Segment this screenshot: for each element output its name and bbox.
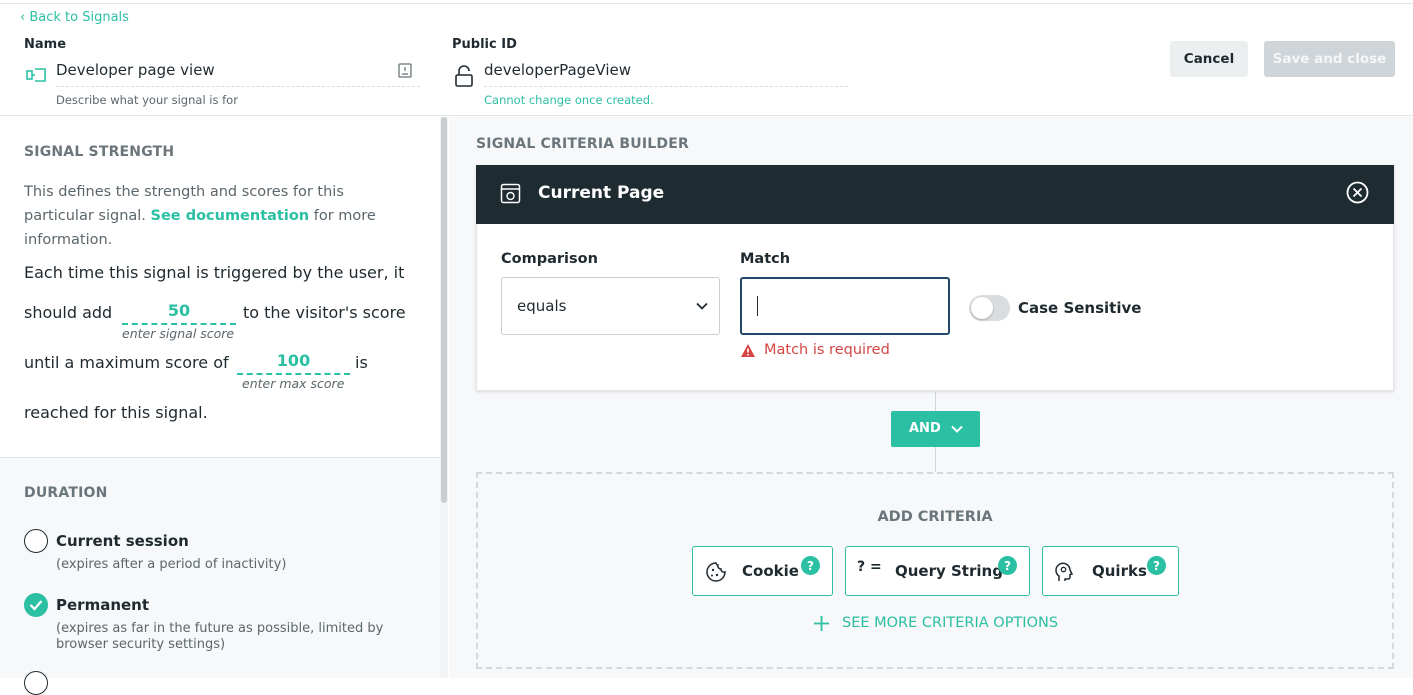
checkmark-icon — [29, 600, 43, 611]
comparison-label: Comparison — [501, 251, 598, 267]
permanent-label[interactable]: Permanent — [56, 596, 149, 614]
quirks-help-icon[interactable]: ? — [1147, 556, 1166, 575]
name-field-underline — [56, 86, 420, 87]
duration-radio-permanent[interactable] — [24, 593, 48, 617]
cookie-help-icon[interactable]: ? — [801, 556, 820, 575]
duration-radio-custom[interactable] — [24, 671, 48, 695]
permanent-hint: (expires as far in the future as possibl… — [56, 621, 384, 652]
name-hint: Describe what your signal is for — [56, 93, 238, 107]
connector-line-top — [935, 391, 936, 411]
name-label: Name — [24, 37, 67, 52]
unlock-icon — [455, 65, 473, 87]
back-link-label: Back to Signals — [29, 10, 129, 25]
signal-strength-description: This defines the strength and scores for… — [24, 180, 404, 252]
operator-label[interactable]: AND — [909, 421, 941, 436]
signal-score-input[interactable]: 50 — [122, 301, 236, 325]
duration-title: DURATION — [24, 485, 108, 501]
add-criteria-title: ADD CRITERIA — [877, 509, 993, 525]
match-label: Match — [740, 251, 791, 267]
public-id-label: Public ID — [452, 37, 517, 52]
signal-score-hint: enter signal score — [122, 326, 235, 341]
page-icon — [500, 183, 521, 204]
comparison-value[interactable]: equals — [517, 297, 566, 315]
current-session-label[interactable]: Current session — [56, 532, 189, 550]
head-icon — [1055, 562, 1074, 581]
max-score-hint: enter max score — [242, 376, 345, 391]
quirks-label: Quirks — [1092, 562, 1147, 580]
max-score-input[interactable]: 100 — [237, 351, 350, 375]
scrollbar-thumb[interactable] — [441, 117, 447, 503]
match-input[interactable] — [740, 277, 950, 335]
chevron-left-icon: ‹ — [20, 10, 26, 25]
current-session-hint: (expires after a period of inactivity) — [56, 557, 287, 572]
cancel-button[interactable]: Cancel — [1170, 41, 1248, 77]
score-sentence-line-2-start: should add — [24, 303, 113, 322]
signal-icon — [26, 68, 46, 82]
toggle-knob[interactable] — [971, 297, 993, 319]
close-circle-icon[interactable] — [1346, 181, 1369, 204]
score-sentence-line-2-end: to the visitor's score — [243, 303, 406, 322]
public-id-hint: Cannot change once created. — [484, 93, 654, 107]
duration-radio-current-session[interactable] — [24, 529, 48, 553]
signal-strength-title: SIGNAL STRENGTH — [24, 144, 175, 160]
cookie-label: Cookie — [742, 562, 799, 580]
chevron-down-icon[interactable] — [695, 299, 709, 313]
case-sensitive-label: Case Sensitive — [1018, 299, 1142, 317]
save-and-close-button[interactable]: Save and close — [1264, 41, 1395, 77]
name-field[interactable]: Developer page view — [56, 61, 215, 79]
query-string-help-icon[interactable]: ? — [998, 556, 1017, 575]
chevron-down-icon[interactable] — [950, 422, 964, 436]
warning-icon — [741, 344, 755, 357]
score-sentence-line-3-start: until a maximum score of — [24, 353, 229, 372]
query-string-icon: ? = — [857, 559, 882, 575]
match-error-message: Match is required — [764, 342, 890, 358]
public-id-field: developerPageView — [484, 61, 632, 79]
cookie-icon — [706, 562, 726, 582]
connector-line-bottom — [935, 447, 936, 472]
text-caret — [757, 296, 758, 316]
notes-icon[interactable] — [398, 63, 412, 78]
documentation-link[interactable]: See documentation — [151, 208, 310, 224]
criteria-builder-title: SIGNAL CRITERIA BUILDER — [476, 136, 689, 152]
criteria-card-title: Current Page — [538, 183, 665, 203]
see-more-criteria-link[interactable]: SEE MORE CRITERIA OPTIONS — [842, 615, 1058, 631]
back-to-signals-link[interactable]: ‹ Back to Signals — [20, 10, 129, 25]
public-id-underline — [484, 86, 848, 87]
plus-icon[interactable] — [812, 614, 831, 633]
query-string-label: Query String — [895, 562, 1003, 580]
score-sentence-line-4: reached for this signal. — [24, 403, 208, 422]
score-sentence-line-1: Each time this signal is triggered by th… — [24, 263, 405, 282]
score-sentence-line-3-end: is — [355, 353, 368, 372]
